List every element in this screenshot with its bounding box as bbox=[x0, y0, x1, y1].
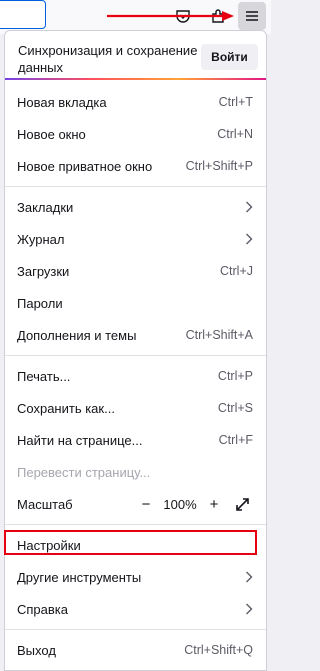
menu-item-bookmarks[interactable]: Закладки bbox=[5, 191, 266, 223]
menu-item-label: Новое приватное окно bbox=[17, 158, 153, 174]
menu-item-label: Перевести страницу... bbox=[17, 464, 151, 480]
menu-separator bbox=[5, 355, 266, 356]
menu-item-label: Пароли bbox=[17, 295, 63, 311]
menu-item-find[interactable]: Найти на странице... Ctrl+F bbox=[5, 424, 266, 456]
menu-item-exit[interactable]: Выход Ctrl+Shift+Q bbox=[5, 634, 266, 666]
browser-toolbar bbox=[0, 0, 271, 34]
menu-item-label: Настройки bbox=[17, 537, 81, 553]
menu-item-shortcut: Ctrl+P bbox=[217, 369, 253, 383]
chevron-right-icon bbox=[245, 571, 253, 583]
menu-item-shortcut: Ctrl+Shift+A bbox=[185, 328, 253, 342]
menu-item-settings[interactable]: Настройки bbox=[5, 529, 266, 561]
app-menu-panel: Синхронизация и сохранение данных Войти … bbox=[4, 30, 267, 671]
menu-item-label: Справка bbox=[17, 601, 68, 617]
menu-item-more-tools[interactable]: Другие инструменты bbox=[5, 561, 266, 593]
menu-item-shortcut: Ctrl+F bbox=[218, 433, 253, 447]
red-arrow-annotation bbox=[107, 11, 234, 21]
menu-item-save-as[interactable]: Сохранить как... Ctrl+S bbox=[5, 392, 266, 424]
menu-separator bbox=[5, 524, 266, 525]
chevron-right-icon bbox=[245, 201, 253, 213]
menu-item-shortcut: Ctrl+T bbox=[218, 95, 253, 109]
menu-item-history[interactable]: Журнал bbox=[5, 223, 266, 255]
menu-item-label: Новая вкладка bbox=[17, 94, 107, 110]
menu-item-label: Найти на странице... bbox=[17, 432, 143, 448]
menu-item-shortcut: Ctrl+S bbox=[217, 401, 253, 415]
zoom-out-button[interactable]: − bbox=[135, 493, 157, 515]
menu-item-label: Журнал bbox=[17, 231, 65, 247]
menu-item-downloads[interactable]: Загрузки Ctrl+J bbox=[5, 255, 266, 287]
menu-item-passwords[interactable]: Пароли bbox=[5, 287, 266, 319]
menu-item-shortcut: Ctrl+Shift+Q bbox=[184, 643, 253, 657]
menu-item-label: Дополнения и темы bbox=[17, 327, 137, 343]
menu-item-zoom: Масштаб − 100% + bbox=[5, 488, 266, 520]
menu-separator bbox=[5, 186, 266, 187]
menu-item-help[interactable]: Справка bbox=[5, 593, 266, 625]
menu-item-translate: Перевести страницу... bbox=[5, 456, 266, 488]
menu-item-new-window[interactable]: Новое окно Ctrl+N bbox=[5, 118, 266, 150]
menu-item-label: Закладки bbox=[17, 199, 74, 215]
zoom-level[interactable]: 100% bbox=[163, 497, 197, 512]
menu-item-label: Сохранить как... bbox=[17, 400, 115, 416]
menu-separator bbox=[5, 629, 266, 630]
menu-item-label: Другие инструменты bbox=[17, 569, 142, 585]
sync-section: Синхронизация и сохранение данных Войти bbox=[5, 31, 266, 78]
menu-item-shortcut: Ctrl+J bbox=[220, 264, 253, 278]
zoom-controls: − 100% + bbox=[135, 493, 253, 515]
menu-item-addons[interactable]: Дополнения и темы Ctrl+Shift+A bbox=[5, 319, 266, 351]
zoom-label: Масштаб bbox=[17, 496, 73, 512]
menu-item-label: Загрузки bbox=[17, 263, 70, 279]
sync-title: Синхронизация и сохранение данных bbox=[18, 43, 198, 75]
signin-button[interactable]: Войти bbox=[201, 44, 258, 70]
chevron-right-icon bbox=[245, 233, 253, 245]
menu-item-new-private-window[interactable]: Новое приватное окно Ctrl+Shift+P bbox=[5, 150, 266, 182]
menu-item-new-tab[interactable]: Новая вкладка Ctrl+T bbox=[5, 86, 266, 118]
fullscreen-icon[interactable] bbox=[231, 493, 253, 515]
chevron-right-icon bbox=[245, 603, 253, 615]
menu-item-print[interactable]: Печать... Ctrl+P bbox=[5, 360, 266, 392]
menu-item-shortcut: Ctrl+Shift+P bbox=[185, 159, 253, 173]
zoom-in-button[interactable]: + bbox=[203, 493, 225, 515]
menu-item-label: Новое окно bbox=[17, 126, 86, 142]
menu-item-label: Печать... bbox=[17, 368, 71, 384]
menu-item-shortcut: Ctrl+N bbox=[217, 127, 253, 141]
menu-item-label: Выход bbox=[17, 642, 56, 658]
